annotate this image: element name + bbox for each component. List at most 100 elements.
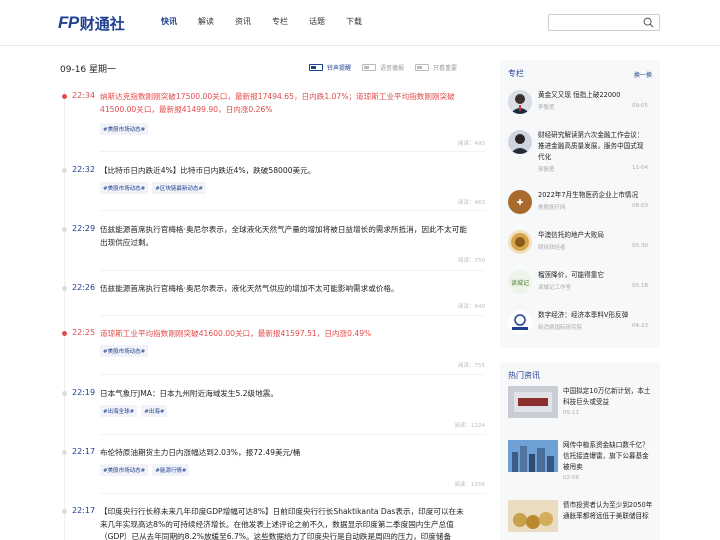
svg-text:✚: ✚ [517,198,524,207]
main-nav: 快讯 解读 资讯 专栏 话题 下载 [161,16,383,28]
column-item[interactable]: 华澳信托的地产大败局 财经政经者 05-30 [508,230,652,256]
avatar [508,130,532,154]
flash-time: 22:17 [72,506,96,515]
column-date: 09-05 [632,103,648,109]
nav-item-flash[interactable]: 快讯 [161,16,177,28]
topic-tag[interactable]: #美股市场动态# [100,123,149,135]
feed-date: 09-16 星期一 [60,65,117,75]
read-count: 阅读：1156 [454,482,486,488]
flash-text[interactable]: 【比特币日内跌近4%】比特币日内跌近4%，跌破58000美元。 [100,165,470,178]
timeline-dot [62,94,67,99]
panel-title: 热门资讯 [508,371,540,380]
top-header: FP 财通社 快讯 解读 资讯 专栏 话题 下载 [0,0,720,46]
flash-time: 22:19 [72,388,96,397]
column-author: 财经政经者 [538,245,566,251]
column-item[interactable]: ✚ 2022年7月生物医药企业上市情况 美股医疗网 08-03 [508,190,652,216]
read-count: 阅读：1224 [454,423,486,429]
feed-toggles: 铃声提醒 语音播报 只看重要 [309,63,468,72]
flash-time: 22:26 [72,283,96,292]
flash-text[interactable]: 伍兹能源首席执行官梅格·奥尼尔表示，全球液化天然气产量的增加将被日益增长的需求所… [100,224,470,249]
hot-news-item[interactable]: 网传中植系资金缺口数千亿？信托接连爆雷，旗下公募基金被甩卖 02-06 [508,440,653,481]
hot-news-item[interactable]: 债市投资者认为至少到2050年 通胀率都将远低于美联储目标 [508,500,652,540]
flash-text[interactable]: 日本气象厅JMA：日本九州附近海域发生5.2级地震。 [100,388,470,401]
column-title[interactable]: 数字经济：经济本季料V形反弹 [538,310,650,321]
column-item[interactable]: 财经研究解读第六次金融工作会议：推进金融高质量发展，服务中国式现代化 邢振勇 1… [508,130,652,176]
column-author: 邢振勇 [538,167,555,173]
news-thumbnail [508,386,558,418]
refresh-link[interactable]: 换一换 [634,70,652,79]
toggle-label: 铃声提醒 [327,65,352,72]
search-icon[interactable] [643,17,654,28]
news-title[interactable]: 网传中植系资金缺口数千亿？信托接连爆雷，旗下公募基金被甩卖 [563,440,653,473]
toggle-label: 只看重要 [433,65,458,72]
topic-tag[interactable]: #出海# [141,405,168,417]
column-item[interactable]: 读城记 榴莲降价，可能得靠它 读城记工作室 05-18 [508,270,652,296]
bell-toggle[interactable]: 铃声提醒 [309,63,351,72]
avatar: ✚ [508,190,532,214]
column-title[interactable]: 财经研究解读第六次金融工作会议：推进金融高质量发展，服务中国式现代化 [538,130,650,163]
toggle-switch-icon [309,64,323,71]
read-count: 阅读：640 [458,304,485,310]
timeline-dot [62,391,67,396]
avatar [508,310,532,334]
column-title[interactable]: 2022年7月生物医药企业上市情况 [538,190,650,201]
flash-time: 22:25 [72,328,96,337]
topic-tag[interactable]: #美股市场动态# [100,464,149,476]
columns-panel: 专栏 换一换 黄金又又现 恒指上破22000 李敬勇 09-05 财经研究解读第… [500,60,660,348]
topic-tag[interactable]: #区块链最新动态# [152,182,206,194]
column-author: 美股医疗网 [538,205,566,211]
voice-toggle[interactable]: 语音播报 [362,63,404,72]
column-author: 读城记工作室 [538,285,572,291]
logo-cn-text: 财通社 [79,14,125,33]
flash-time: 22:17 [72,447,96,456]
hot-news-item[interactable]: 中国拟定10万亿新计划，本土科技巨头或受益 05-11 [508,386,652,426]
flash-tags: #美股市场动态# #能源行情# [100,464,193,476]
column-date: 11-04 [632,165,648,171]
news-date: 02-06 [563,475,579,481]
news-title[interactable]: 中国拟定10万亿新计划，本土科技巨头或受益 [563,386,653,408]
column-item[interactable]: 黄金又又现 恒指上破22000 李敬勇 09-05 [508,90,652,120]
nav-item-news[interactable]: 资讯 [235,16,251,28]
column-title[interactable]: 榴莲降价，可能得靠它 [538,270,650,281]
news-date: 05-11 [563,410,579,416]
hot-news-panel: 热门资讯 中国拟定10万亿新计划，本土科技巨头或受益 05-11 网传中植系资金… [500,362,660,540]
timeline-dot [62,331,67,336]
news-title[interactable]: 债市投资者认为至少到2050年 通胀率都将远低于美联储目标 [563,500,653,522]
divider [100,493,485,494]
feed-header: 09-16 星期一 铃声提醒 语音播报 只看重要 [60,60,482,76]
divider [100,374,485,375]
divider [100,270,485,271]
panel-title: 专栏 [508,69,524,78]
topic-tag[interactable]: #出海全球# [100,405,138,417]
column-item[interactable]: 数字经济：经济本季料V形反弹 新消费国际研究院 04-23 [508,310,652,336]
flash-text[interactable]: 纳斯达克指数刚刚突破17500.00关口，最新报17494.65，日内跌1.07… [100,91,470,116]
divider [100,434,485,435]
topic-tag[interactable]: #能源行情# [152,464,190,476]
column-title[interactable]: 黄金又又现 恒指上破22000 [538,90,650,101]
flash-text[interactable]: 【印度央行行长称未来几年印度GDP增幅可达8%】日前印度央行行长Shaktika… [100,506,470,540]
flash-text[interactable]: 伍兹能源首席执行官梅格·奥尼尔表示，液化天然气供应的增加不太可能影响需求或价格。 [100,283,470,296]
column-author: 新消费国际研究院 [538,325,583,331]
news-thumbnail [508,440,558,472]
column-date: 08-03 [632,203,648,209]
nav-item-columns[interactable]: 专栏 [272,16,288,28]
site-logo[interactable]: FP 财通社 [58,12,125,34]
nav-item-analysis[interactable]: 解读 [198,16,214,28]
column-title[interactable]: 华澳信托的地产大败局 [538,230,650,241]
flash-text[interactable]: 布伦特原油期货主力日内涨幅达到2.03%，报72.49美元/桶 [100,447,470,460]
news-thumbnail [508,500,558,532]
topic-tag[interactable]: #美股市场动态# [100,345,149,357]
news-flash-item[interactable]: 22:17 【印度央行行长称未来几年印度GDP增幅可达8%】日前印度央行行长Sh… [60,506,490,540]
topic-tag[interactable]: #美股市场动态# [100,182,149,194]
important-only-toggle[interactable]: 只看重要 [415,63,457,72]
nav-item-download[interactable]: 下载 [346,16,362,28]
divider [100,151,485,152]
toggle-switch-icon [362,64,377,71]
search-input[interactable] [548,14,660,31]
flash-time: 22:34 [72,91,96,100]
flash-tags: #出海全球# #出海# [100,405,171,417]
avatar-logo-text: 读城记 [510,280,529,287]
nav-item-topics[interactable]: 话题 [309,16,325,28]
flash-text[interactable]: 道琼斯工业平均指数刚刚突破41600.00关口，最新报41597.51，日内涨0… [100,328,470,341]
avatar: 读城记 [508,270,532,294]
